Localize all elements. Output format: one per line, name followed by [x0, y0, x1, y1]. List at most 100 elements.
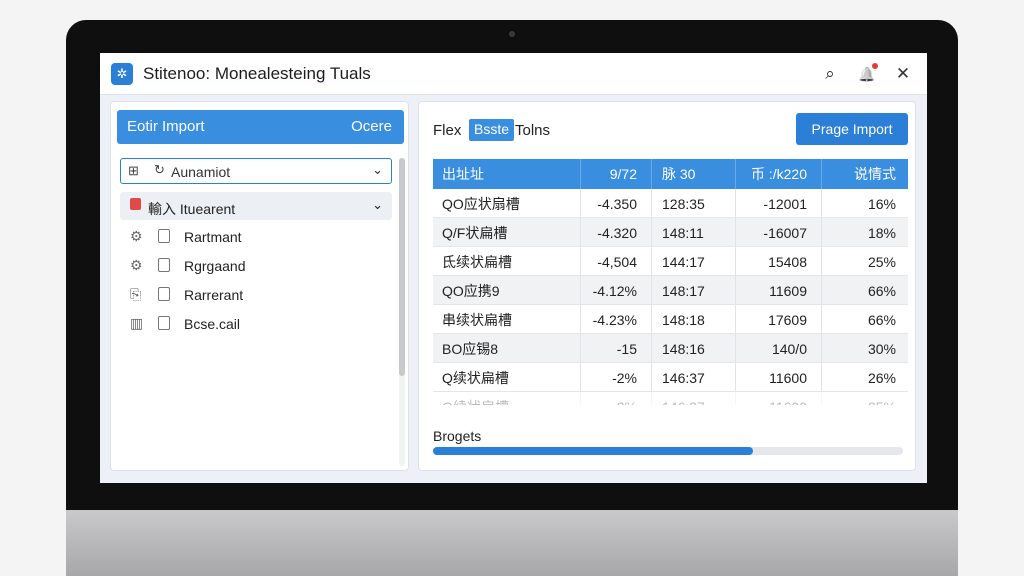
- table-cell: -4,504: [581, 247, 652, 276]
- column-header[interactable]: 币 :/k220: [736, 159, 822, 189]
- file-icon: [158, 258, 170, 272]
- table-cell: -4.23%: [581, 305, 652, 334]
- edit-import-action[interactable]: Ocere: [351, 118, 392, 135]
- table-cell: 140/0: [736, 334, 822, 363]
- table-cell: 11600: [736, 392, 822, 405]
- right-panel: Flex Bsste Tolns Prage Import 出址址 9/72 …: [418, 101, 916, 471]
- folder-icon: ⎘: [130, 286, 141, 303]
- table-cell: 26%: [822, 363, 908, 392]
- gear-icon: ⚙: [130, 257, 143, 274]
- scroll-thumb[interactable]: [399, 158, 405, 376]
- tree-item-3[interactable]: ▥ Bcse.cail: [120, 311, 392, 337]
- column-header[interactable]: 脉 30: [652, 159, 736, 189]
- source-dropdown[interactable]: ⊞ ↻ Aunamiot ⌄: [120, 158, 392, 184]
- left-panel: Eotir Import Ocere ⊞ ↻ Aunamiot ⌄ 輸入 Itu…: [110, 101, 409, 471]
- table-row[interactable]: Q/F状扁槽 -4.320 148:11 -16007 18%: [433, 218, 908, 247]
- title-bar: ✲ Stitenoo: Monealesteing Tuals ⌕ 🔔 ✕: [100, 53, 927, 95]
- table-row[interactable]: QO应携9 -4.12% 148:17 11609 66%: [433, 276, 908, 305]
- column-header[interactable]: 说情式: [822, 159, 908, 189]
- app-window: ✲ Stitenoo: Monealesteing Tuals ⌕ 🔔 ✕ Eo…: [100, 53, 927, 483]
- table-cell: Q续状扁槽: [433, 363, 581, 392]
- table-cell: 25%: [822, 392, 908, 405]
- tree-item-0[interactable]: ⚙ Rartmant: [120, 224, 392, 250]
- page-import-button[interactable]: Prage Import: [796, 113, 908, 145]
- table-row[interactable]: Q续状扁槽 -2% 146:37 11600 25%: [433, 392, 908, 405]
- table-cell: 17609: [736, 305, 822, 334]
- progress-fill: [433, 447, 753, 455]
- file-icon: [158, 229, 170, 243]
- table-cell: -4.320: [581, 218, 652, 247]
- table-cell: -16007: [736, 218, 822, 247]
- table-cell: QO应状扇槽: [433, 189, 581, 218]
- monitor-chin: [66, 510, 958, 576]
- table-cell: 66%: [822, 305, 908, 334]
- table-cell: 16%: [822, 189, 908, 218]
- refresh-icon: ↻: [154, 162, 165, 178]
- table-cell: -2%: [581, 363, 652, 392]
- tree-item-label: Bcse.cail: [184, 316, 240, 332]
- table-cell: BO应锡8: [433, 334, 581, 363]
- table-cell: Q续状扁槽: [433, 392, 581, 405]
- table-cell: 30%: [822, 334, 908, 363]
- table-row[interactable]: 串续状扁槽 -4.23% 148:18 17609 66%: [433, 305, 908, 334]
- bell-icon[interactable]: 🔔: [856, 63, 878, 85]
- table-cell: 18%: [822, 218, 908, 247]
- table-row[interactable]: QO应状扇槽 -4.350 128:35 -12001 16%: [433, 189, 908, 218]
- table-cell: 25%: [822, 247, 908, 276]
- tree-item-selected[interactable]: 輸入 Ituearent ⌄: [120, 192, 392, 220]
- table-cell: 144:17: [652, 247, 736, 276]
- table-row[interactable]: Q续状扁槽 -2% 146:37 11600 26%: [433, 363, 908, 392]
- flow-tag[interactable]: Bsste: [469, 119, 514, 141]
- edit-import-label: Eotir Import: [127, 118, 205, 135]
- table-header: 出址址 9/72 脉 30 币 :/k220 说情式: [433, 159, 908, 189]
- table-cell: 15408: [736, 247, 822, 276]
- dropdown-value: Aunamiot: [171, 164, 230, 180]
- window-title: Stitenoo: Monealesteing Tuals: [143, 64, 371, 84]
- left-scrollbar[interactable]: [399, 158, 405, 466]
- table-cell: -2%: [581, 392, 652, 405]
- tree-item-label: Rgrgaand: [184, 258, 246, 274]
- chevron-down-icon: ⌄: [372, 197, 383, 213]
- data-table: 出址址 9/72 脉 30 币 :/k220 说情式 QO应状扇槽 -4.35…: [433, 159, 908, 405]
- tree-item-label: Rarrerant: [184, 287, 243, 303]
- table-cell: Q/F状扁槽: [433, 218, 581, 247]
- table-cell: -12001: [736, 189, 822, 218]
- table-cell: 146:37: [652, 392, 736, 405]
- progress-bar: [433, 447, 903, 455]
- column-header[interactable]: 9/72: [581, 159, 652, 189]
- table-cell: -4.12%: [581, 276, 652, 305]
- table-cell: 146:37: [652, 363, 736, 392]
- gear-icon: ✲: [111, 63, 133, 85]
- table-cell: -4.350: [581, 189, 652, 218]
- input-icon: [130, 198, 141, 210]
- notification-dot: [872, 63, 878, 69]
- table-cell: 66%: [822, 276, 908, 305]
- table-row[interactable]: BO应锡8 -15 148:16 140/0 30%: [433, 334, 908, 363]
- edit-import-button[interactable]: Eotir Import Ocere: [117, 110, 404, 144]
- flow-tail: Tolns: [515, 122, 550, 139]
- gear-icon: ⚙: [130, 228, 143, 245]
- column-header[interactable]: 出址址: [433, 159, 581, 189]
- tree-item-1[interactable]: ⚙ Rgrgaand: [120, 253, 392, 279]
- tree-item-2[interactable]: ⎘ Rarrerant: [120, 282, 392, 308]
- grid-icon: ⊞: [128, 163, 139, 179]
- table-cell: 148:18: [652, 305, 736, 334]
- file-icon: [158, 316, 170, 330]
- table-cell: 128:35: [652, 189, 736, 218]
- tree-item-label: Rartmant: [184, 229, 242, 245]
- table-cell: 氐续状扁槽: [433, 247, 581, 276]
- chevron-down-icon: ⌄: [372, 162, 383, 178]
- table-cell: QO应携9: [433, 276, 581, 305]
- chart-icon: ▥: [130, 315, 143, 332]
- progress-label: Brogets: [433, 428, 481, 444]
- table-cell: 148:11: [652, 218, 736, 247]
- flow-label: Flex: [433, 122, 461, 139]
- close-icon[interactable]: ✕: [892, 63, 914, 85]
- table-cell: 串续状扁槽: [433, 305, 581, 334]
- search-icon[interactable]: ⌕: [819, 63, 841, 85]
- table-cell: 11609: [736, 276, 822, 305]
- table-cell: 11600: [736, 363, 822, 392]
- table-row[interactable]: 氐续状扁槽 -4,504 144:17 15408 25%: [433, 247, 908, 276]
- table-cell: -15: [581, 334, 652, 363]
- table-cell: 148:16: [652, 334, 736, 363]
